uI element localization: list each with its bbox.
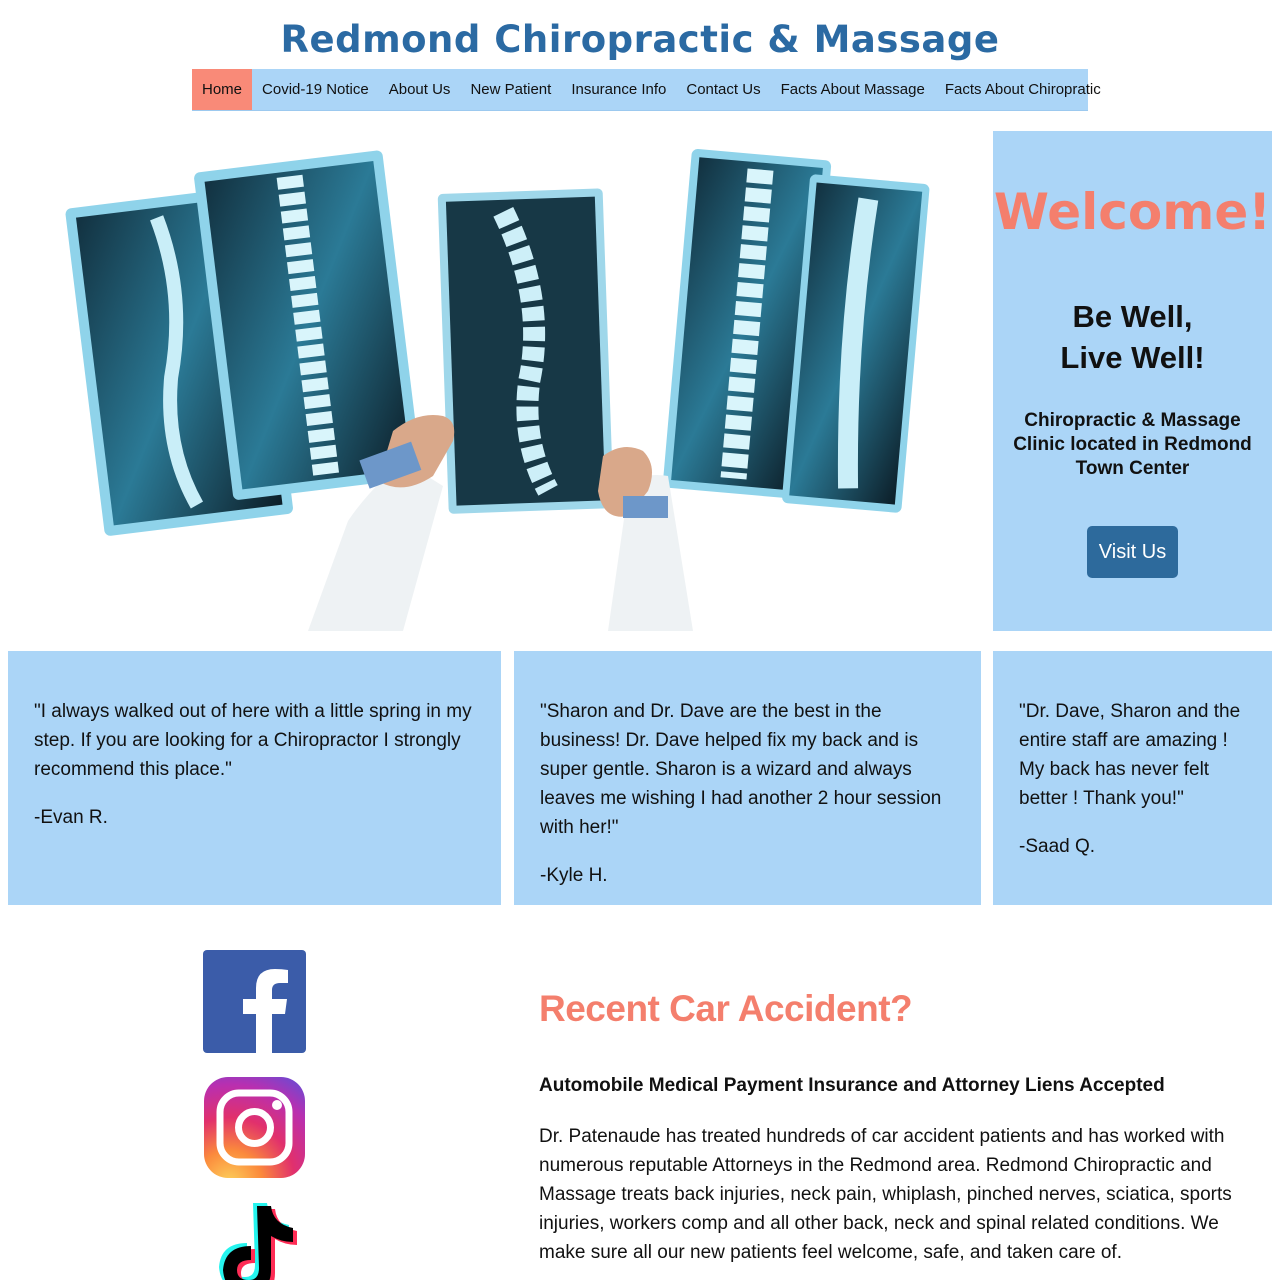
welcome-heading: Welcome!: [993, 183, 1272, 241]
nav-item-facts-massage[interactable]: Facts About Massage: [771, 69, 935, 110]
tagline-line-2: Live Well!: [1060, 340, 1205, 375]
facebook-icon: [203, 950, 306, 1053]
testimonial-quote: "I always walked out of here with a litt…: [34, 701, 472, 780]
instagram-link[interactable]: [203, 1076, 306, 1179]
tagline: Be Well, Live Well!: [993, 296, 1272, 378]
accident-body-text: Dr. Patenaude has treated hundreds of ca…: [539, 1126, 1232, 1263]
testimonial-card: "I always walked out of here with a litt…: [8, 651, 501, 905]
visit-us-button[interactable]: Visit Us: [1087, 526, 1178, 578]
facebook-link[interactable]: [203, 950, 306, 1053]
nav-item-insurance-info[interactable]: Insurance Info: [561, 69, 676, 110]
tagline-line-1: Be Well,: [1072, 299, 1193, 334]
testimonial-card: "Dr. Dave, Sharon and the entire staff a…: [993, 651, 1272, 905]
nav-item-new-patient[interactable]: New Patient: [460, 69, 561, 110]
nav-item-facts-chiropractic[interactable]: Facts About Chiropratic: [935, 69, 1111, 110]
nav-item-covid-notice[interactable]: Covid-19 Notice: [252, 69, 379, 110]
nav-item-about-us[interactable]: About Us: [379, 69, 461, 110]
testimonial-card: "Sharon and Dr. Dave are the best in the…: [514, 651, 981, 905]
testimonial-quote: "Dr. Dave, Sharon and the entire staff a…: [1019, 701, 1241, 809]
welcome-panel: Welcome! Be Well, Live Well! Chiropracti…: [993, 131, 1272, 631]
testimonial-quote: "Sharon and Dr. Dave are the best in the…: [540, 701, 942, 838]
tiktok-link[interactable]: [203, 1200, 306, 1280]
nav-item-contact-us[interactable]: Contact Us: [676, 69, 770, 110]
hero-xray-image: [8, 131, 981, 631]
accident-subheading: Automobile Medical Payment Insurance and…: [539, 1075, 1165, 1096]
testimonial-author: -Saad Q.: [1019, 836, 1096, 857]
clinic-description: Chiropractic & Massage Clinic located in…: [1013, 410, 1252, 479]
testimonial-author: -Kyle H.: [540, 865, 608, 886]
nav-item-home[interactable]: Home: [192, 69, 253, 110]
instagram-icon: [204, 1077, 305, 1178]
main-nav: Home Covid-19 Notice About Us New Patien…: [192, 69, 1101, 111]
site-title[interactable]: Redmond Chiropractic & Massage: [0, 18, 1280, 61]
xray-photo-icon: [65, 149, 930, 631]
testimonial-author: -Evan R.: [34, 807, 108, 828]
accident-heading: Recent Car Accident?: [539, 988, 913, 1029]
tiktok-icon: [219, 1203, 297, 1280]
